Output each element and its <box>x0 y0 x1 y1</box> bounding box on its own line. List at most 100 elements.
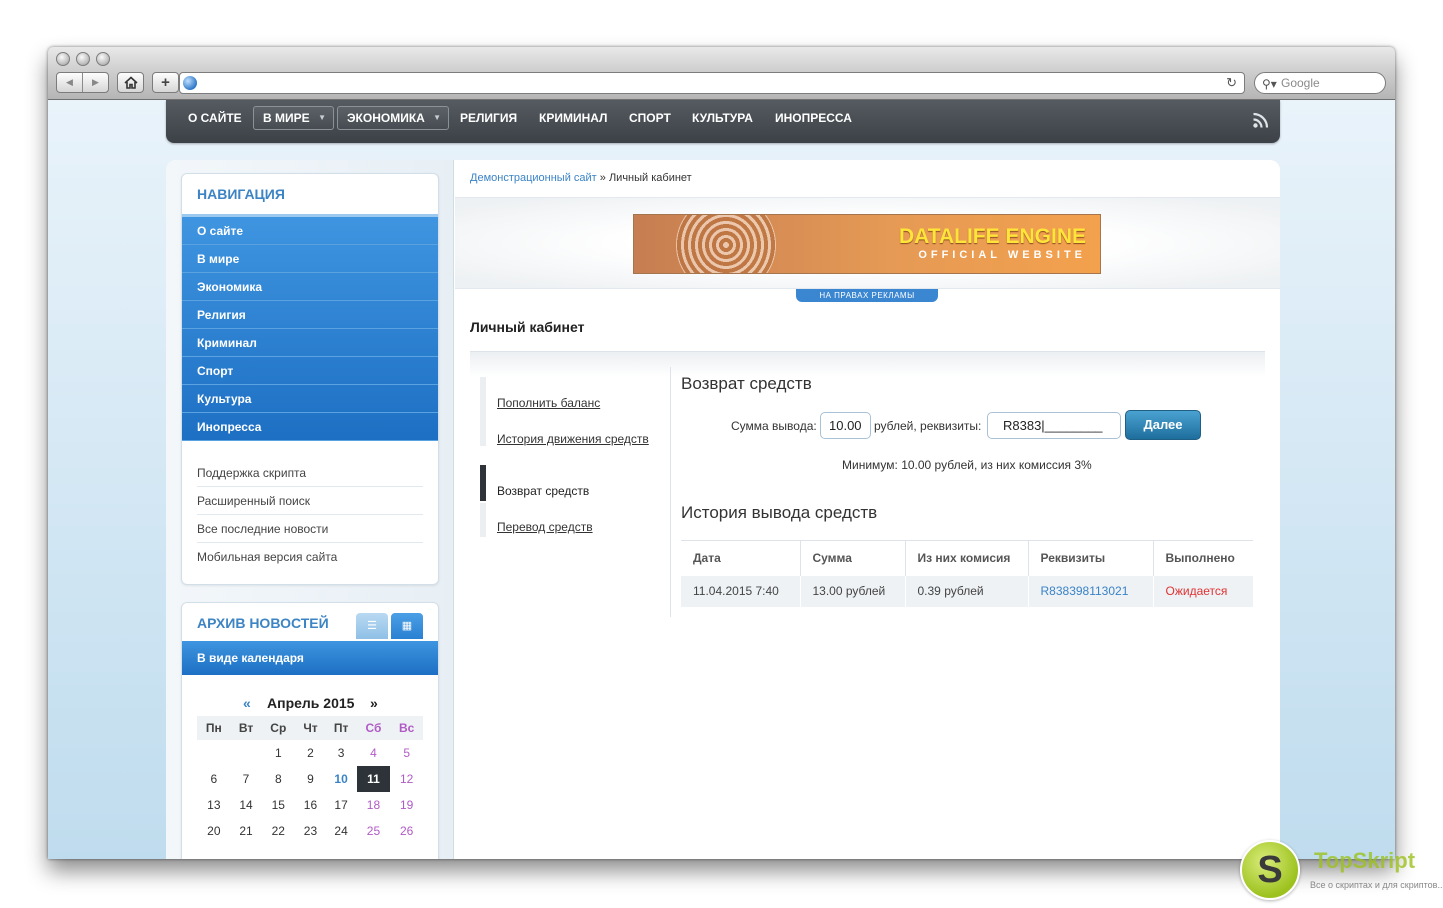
calendar-day-link[interactable]: 10 <box>326 766 357 792</box>
withdraw-title: Возврат средств <box>681 374 812 393</box>
minimize-window-button[interactable] <box>76 52 90 66</box>
requisites-input[interactable] <box>987 412 1121 439</box>
topnav-dropdown-world[interactable]: В МИРЕ ▼ <box>253 106 334 130</box>
main-content: Демонстрационный сайт » Личный кабинет D… <box>455 160 1280 859</box>
weekday: Пт <box>325 716 357 740</box>
history-title: История вывода средств <box>681 503 878 522</box>
weekday-weekend: Вс <box>390 716 423 740</box>
submit-button[interactable]: Далее <box>1125 410 1201 440</box>
menu-link-topup[interactable]: Пополнить баланс <box>497 396 600 410</box>
menu-link-withdraw[interactable]: Возврат средств <box>497 484 589 498</box>
sidebar-link-advanced-search[interactable]: Расширенный поиск <box>197 487 423 515</box>
topnav-dropdown-economy[interactable]: ЭКОНОМИКА ▼ <box>337 106 449 130</box>
banner-area: DATALIFE ENGINE OFFICIAL WEBSITE <box>455 198 1280 288</box>
navigation-title: НАВИГАЦИЯ <box>197 186 285 202</box>
calendar-grid: Пн Вт Ср Чт Пт Сб Вс 1 2 3 4 5 6 7 8 9 1… <box>197 716 423 844</box>
banner-subtitle: OFFICIAL WEBSITE <box>918 249 1086 261</box>
sidebar-item-sport[interactable]: Спорт <box>182 357 438 385</box>
navigation-block: НАВИГАЦИЯ О сайте В мире Экономика Религ… <box>181 173 439 585</box>
list-view-tab[interactable]: ☰ <box>356 613 388 639</box>
advertisement-banner[interactable]: DATALIFE ENGINE OFFICIAL WEBSITE <box>633 214 1101 274</box>
calendar-day: 7 <box>242 772 250 786</box>
calendar-week: 1 2 3 4 5 <box>197 740 423 766</box>
calendar-day: 25 <box>366 824 381 838</box>
calendar-day-today[interactable]: 11 <box>356 766 391 792</box>
sidebar-item-crime[interactable]: Криминал <box>182 329 438 357</box>
status-badge: Ожидается <box>1153 575 1253 607</box>
globe-icon <box>183 76 197 90</box>
forward-icon[interactable]: ▶ <box>83 73 108 92</box>
home-button[interactable] <box>117 72 144 93</box>
chevron-down-icon: ▼ <box>433 113 441 122</box>
calendar-day: 12 <box>400 772 414 786</box>
column-header: Выполнено <box>1153 540 1253 576</box>
cell-requisites[interactable]: R838398113021 <box>1028 575 1154 607</box>
calendar-prev-button[interactable]: « <box>243 695 251 711</box>
address-bar[interactable]: ↻ <box>179 72 1245 94</box>
calendar-day: 8 <box>274 772 282 786</box>
sidebar: НАВИГАЦИЯ О сайте В мире Экономика Религ… <box>166 160 454 859</box>
topnav-item-sport[interactable]: СПОРТ <box>629 100 671 137</box>
zoom-window-button[interactable] <box>96 52 110 66</box>
navigation-list: О сайте В мире Экономика Религия Кримина… <box>182 214 438 441</box>
calendar-day: 19 <box>400 798 414 812</box>
topnav-item-culture[interactable]: КУЛЬТУРА <box>692 100 753 137</box>
amount-input[interactable] <box>820 412 871 439</box>
close-window-button[interactable] <box>56 52 70 66</box>
calendar-day: 2 <box>307 746 314 760</box>
list-icon: ☰ <box>367 620 377 632</box>
new-tab-button[interactable]: + <box>152 72 179 93</box>
table-header: Дата Сумма Из них комисия Реквизиты Выпо… <box>681 540 1253 576</box>
topnav-item-inopressa[interactable]: ИНОПРЕССА <box>775 100 852 137</box>
sidebar-link-latest-news[interactable]: Все последние новости <box>197 515 423 543</box>
withdraw-note: Минимум: 10.00 рублей, из них комиссия 3… <box>842 458 1092 472</box>
topnav-dropdown-label: ЭКОНОМИКА <box>347 111 425 125</box>
back-icon[interactable]: ◀ <box>57 73 83 92</box>
column-header: Из них комисия <box>905 540 1029 576</box>
menu-bar-track <box>480 503 486 537</box>
menu-link-history[interactable]: История движения средств <box>497 432 649 446</box>
history-nav: ◀ ▶ <box>56 72 109 93</box>
breadcrumb-home-link[interactable]: Демонстрационный сайт <box>470 172 597 184</box>
plus-icon: + <box>161 74 170 91</box>
calendar-day: 14 <box>239 798 253 812</box>
watermark-subtitle: Все о скриптах и для скриптов... <box>1310 880 1443 890</box>
ad-label: НА ПРАВАХ РЕКЛАМЫ <box>796 289 938 302</box>
calendar-day: 9 <box>307 772 314 786</box>
cabinet-menu: Пополнить баланс История движения средст… <box>480 377 670 617</box>
content-wrapper: НАВИГАЦИЯ О сайте В мире Экономика Религ… <box>166 160 1280 859</box>
calendar-weekdays: Пн Вт Ср Чт Пт Сб Вс <box>197 716 423 740</box>
calendar-view-tab[interactable]: ▦ <box>391 613 423 639</box>
column-divider <box>670 367 671 617</box>
weekday-weekend: Сб <box>356 716 391 740</box>
column-header: Дата <box>681 540 801 576</box>
topnav-item-religion[interactable]: РЕЛИГИЯ <box>460 100 517 137</box>
sidebar-item-economy[interactable]: Экономика <box>182 273 438 301</box>
banner-disk-graphic <box>676 215 776 273</box>
calendar-day: 16 <box>303 798 318 812</box>
menu-active-indicator <box>480 465 486 501</box>
watermark: S TopSkript Все о скриптах и для скрипто… <box>1238 838 1443 904</box>
weekday: Чт <box>295 716 326 740</box>
sidebar-item-religion[interactable]: Религия <box>182 301 438 329</box>
banner-title: DATALIFE ENGINE <box>898 225 1086 248</box>
menu-link-transfer[interactable]: Перевод средств <box>497 520 593 534</box>
watermark-title: TopSkript <box>1314 848 1416 873</box>
sidebar-link-mobile[interactable]: Мобильная версия сайта <box>197 543 423 571</box>
reload-icon[interactable]: ↻ <box>1226 75 1237 91</box>
sidebar-item-culture[interactable]: Культура <box>182 385 438 413</box>
calendar-next-button[interactable]: » <box>370 695 378 711</box>
top-navigation: О САЙТЕ В МИРЕ ▼ ЭКОНОМИКА ▼ РЕЛИГИЯ КРИ… <box>166 100 1280 143</box>
calendar-week: 20 21 22 23 24 25 26 <box>197 818 423 844</box>
home-icon <box>123 76 138 89</box>
browser-search-input[interactable]: ⚲▾ Google <box>1254 72 1386 94</box>
calendar-day <box>231 740 262 766</box>
topnav-item-about[interactable]: О САЙТЕ <box>188 100 242 137</box>
sidebar-item-about[interactable]: О сайте <box>182 217 438 245</box>
rss-icon[interactable] <box>1252 111 1270 129</box>
sidebar-item-world[interactable]: В мире <box>182 245 438 273</box>
sidebar-item-inopressa[interactable]: Инопресса <box>182 413 438 441</box>
column-header: Сумма <box>800 540 906 576</box>
topnav-item-crime[interactable]: КРИМИНАЛ <box>539 100 607 137</box>
sidebar-link-support[interactable]: Поддержка скрипта <box>197 459 423 487</box>
